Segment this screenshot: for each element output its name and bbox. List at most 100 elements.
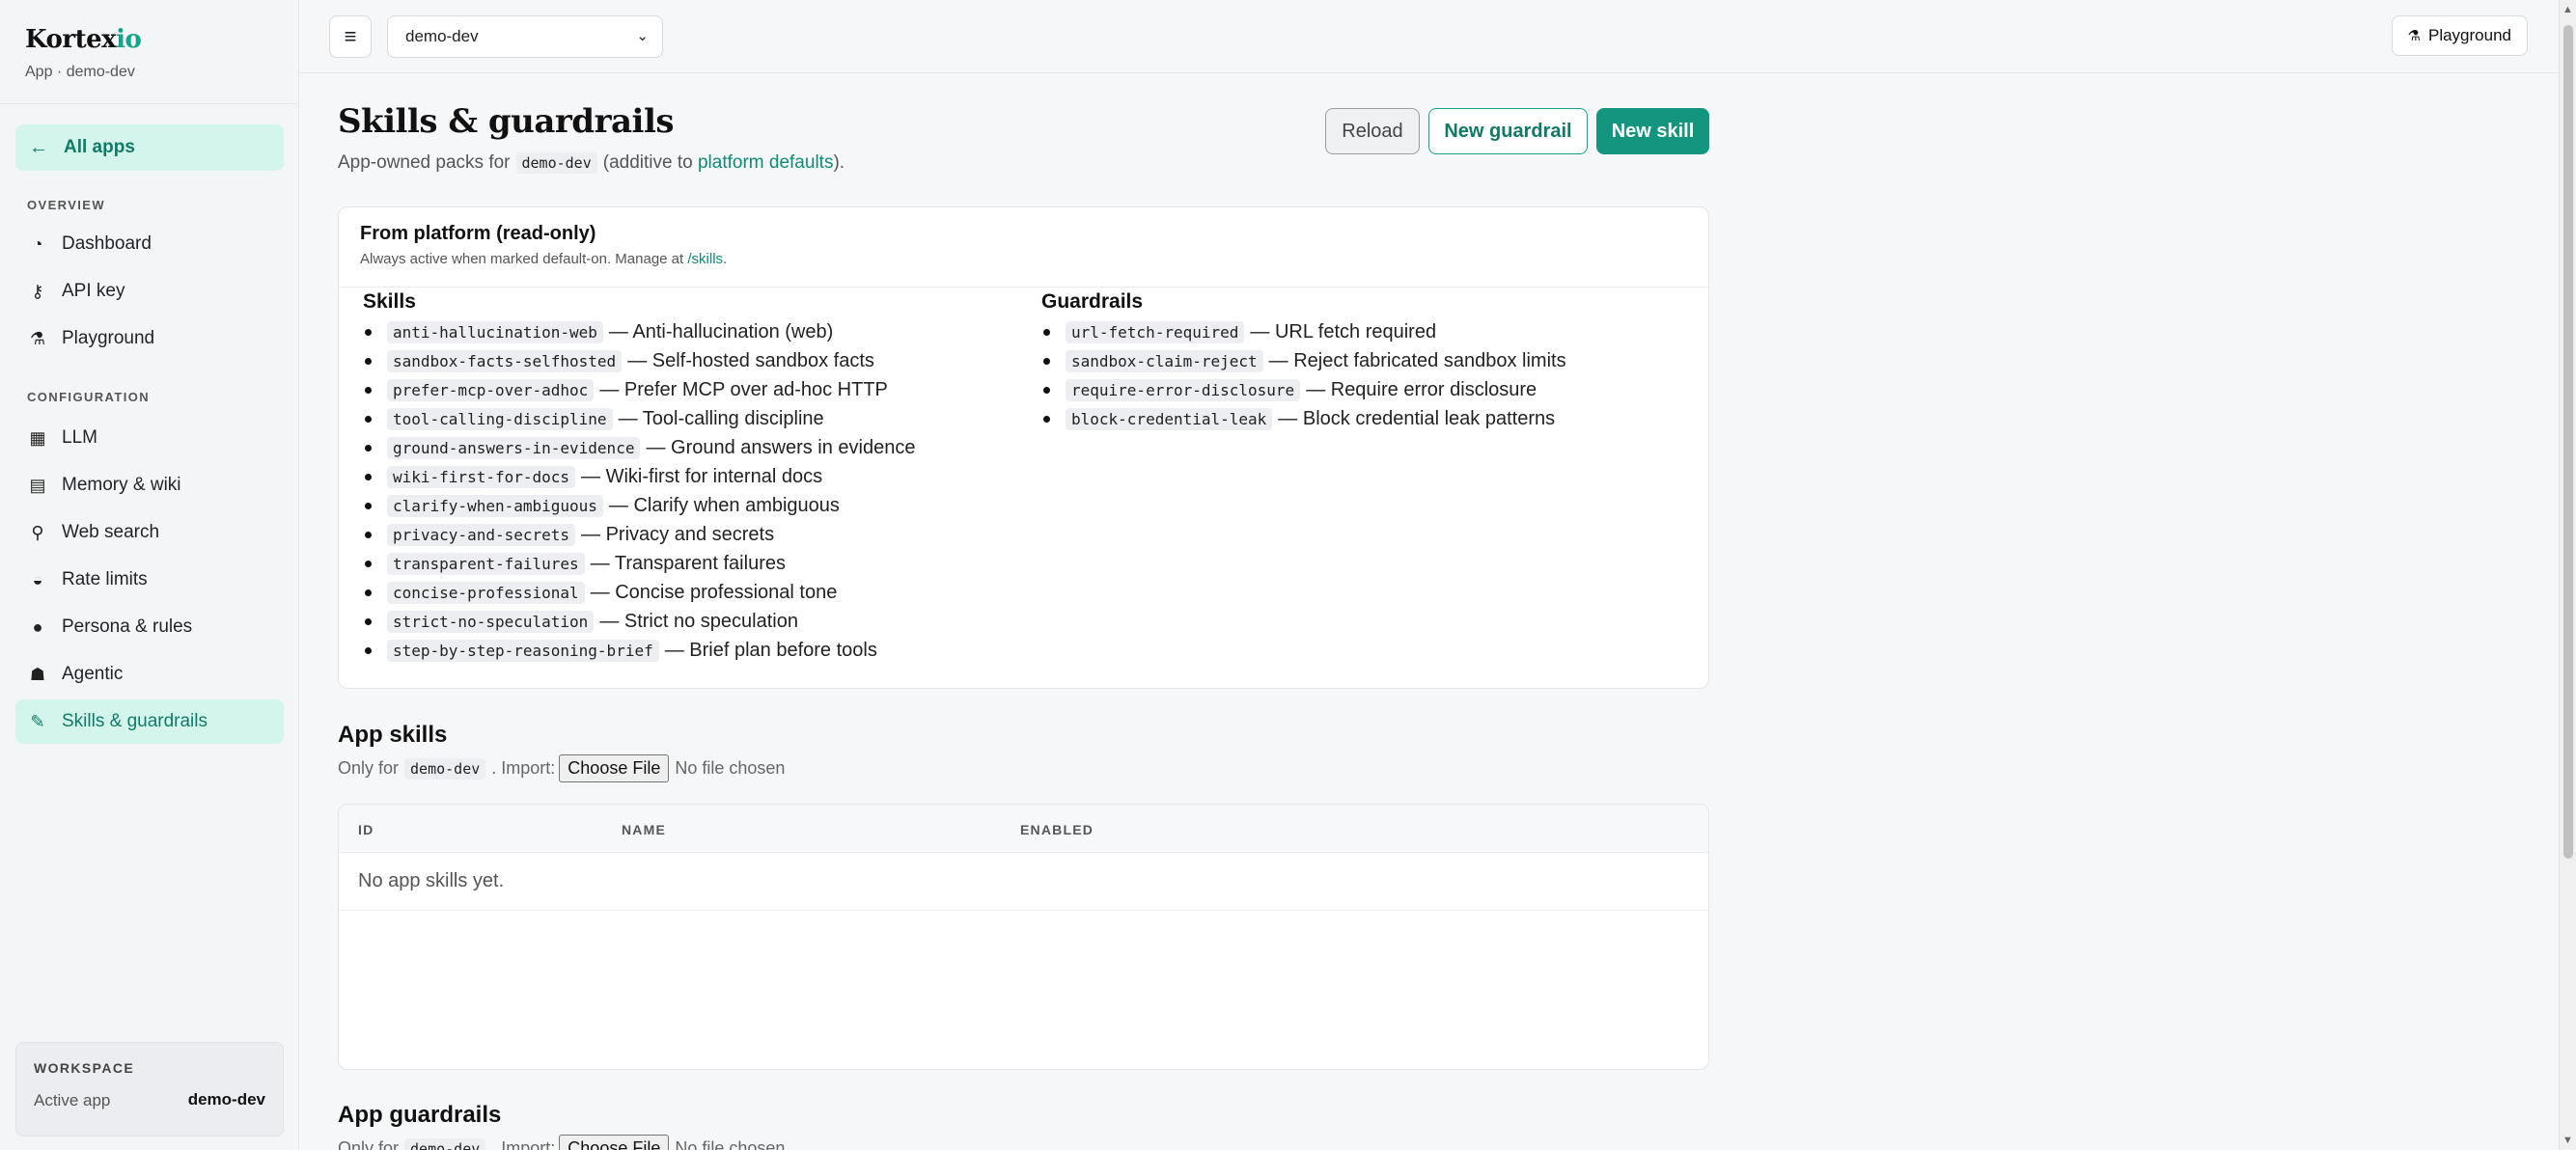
sidebar-item-label: Playground: [62, 328, 155, 348]
all-apps-label: All apps: [64, 137, 135, 157]
sidebar-divider: [0, 103, 299, 104]
skill-id: transparent-failures: [387, 552, 585, 575]
sidebar-item-persona-rules[interactable]: ● Persona & rules: [15, 605, 284, 649]
scroll-thumb[interactable]: [2563, 25, 2573, 859]
sidebar-item-dashboard[interactable]: ◔ Dashboard: [15, 222, 284, 266]
app-id-code: demo-dev: [515, 152, 597, 174]
playground-button[interactable]: ⚗ Playground: [2391, 15, 2528, 56]
list-item: block-credential-leak — Block credential …: [1041, 404, 1566, 433]
bullet: [365, 386, 372, 394]
active-app-label: Active app: [34, 1091, 111, 1109]
sidebar-item-llm[interactable]: ▦ LLM: [15, 416, 284, 460]
workspace-label: WORKSPACE: [34, 1060, 135, 1076]
skill-id: strict-no-speculation: [387, 610, 595, 633]
chevron-down-icon: ⌄: [636, 28, 649, 44]
sidebar-item-web-search[interactable]: ⚲ Web search: [15, 510, 284, 555]
sidebar-item-skills-guardrails[interactable]: ✎ Skills & guardrails: [15, 699, 284, 744]
menu-toggle-button[interactable]: ≡: [329, 15, 372, 58]
sidebar-item-label: Dashboard: [62, 233, 152, 254]
sidebar-item-rate-limits[interactable]: ◒ Rate limits: [15, 558, 284, 602]
skill-id: tool-calling-discipline: [387, 407, 613, 430]
new-guardrail-button[interactable]: New guardrail: [1428, 108, 1588, 154]
app-guardrails-title: App guardrails: [338, 1102, 502, 1128]
brand-logo[interactable]: Kortexio: [25, 25, 142, 54]
sidebar-item-label: Skills & guardrails: [62, 711, 208, 731]
only-for-text: Only for: [338, 758, 400, 778]
bullet: [1043, 386, 1050, 394]
flask-icon: ⚗: [29, 328, 46, 348]
skill-id: privacy-and-secrets: [387, 523, 576, 546]
platform-card-note: Always active when marked default-on. Ma…: [360, 251, 727, 267]
no-file-text: No file chosen: [675, 758, 786, 778]
page-scrollbar[interactable]: ▲ ▼: [2559, 0, 2576, 1150]
book-icon: ▤: [29, 475, 46, 495]
skill-name: — Brief plan before tools: [664, 639, 877, 661]
app-skills-subtitle: Only for demo-dev . Import: Choose File …: [338, 754, 785, 782]
column-header-name: NAME: [622, 822, 667, 837]
list-item: clarify-when-ambiguous — Clarify when amb…: [363, 491, 916, 520]
bullet: [365, 589, 372, 596]
playground-label: Playground: [2427, 26, 2511, 44]
list-item: url-fetch-required — URL fetch required: [1041, 317, 1566, 346]
empty-state-text: No app skills yet.: [358, 870, 505, 891]
scroll-up-icon[interactable]: ▲: [2562, 4, 2573, 15]
note-suffix: .: [723, 251, 728, 267]
reload-button[interactable]: Reload: [1325, 108, 1420, 154]
bullet: [365, 560, 372, 567]
choose-file-button[interactable]: Choose File: [559, 1135, 670, 1150]
search-icon: ⚲: [31, 522, 44, 542]
sidebar-item-label: Web search: [62, 522, 160, 542]
bullet: [1043, 328, 1050, 336]
column-header-enabled: ENABLED: [1020, 822, 1094, 837]
choose-file-button[interactable]: Choose File: [559, 754, 670, 782]
skills-heading: Skills: [363, 290, 416, 313]
list-item: sandbox-claim-reject — Reject fabricated …: [1041, 346, 1566, 375]
bullet: [365, 357, 372, 365]
list-item: sandbox-facts-selfhosted — Self-hosted sa…: [363, 346, 916, 375]
import-text: . Import:: [491, 758, 556, 778]
skill-id: concise-professional: [387, 581, 585, 604]
list-item: concise-professional — Concise profession…: [363, 578, 916, 607]
sidebar-item-api-key[interactable]: ⚷ API key: [15, 269, 284, 314]
skill-name: — Concise professional tone: [590, 581, 838, 603]
guardrail-id: sandbox-claim-reject: [1066, 349, 1263, 372]
skill-id: step-by-step-reasoning-brief: [387, 639, 659, 662]
list-item: tool-calling-discipline — Tool-calling di…: [363, 404, 916, 433]
bullet: [365, 328, 372, 336]
guardrail-id: url-fetch-required: [1066, 320, 1245, 343]
new-skill-button[interactable]: New skill: [1596, 108, 1709, 154]
bullet: [365, 531, 372, 538]
guardrail-name: — URL fetch required: [1250, 320, 1437, 342]
subtitle-suffix: ).: [833, 152, 845, 173]
app-skills-title: App skills: [338, 722, 448, 748]
list-item: privacy-and-secrets — Privacy and secrets: [363, 520, 916, 549]
skill-id: anti-hallucination-web: [387, 320, 603, 343]
app-id-code: demo-dev: [404, 1137, 486, 1150]
platform-skills-column: Skills anti-hallucination-web — Anti-hall…: [363, 290, 916, 665]
skills-link[interactable]: /skills: [687, 251, 723, 267]
skill-name: — Ground answers in evidence: [646, 436, 916, 458]
platform-defaults-link[interactable]: platform defaults: [698, 152, 833, 174]
only-for-text: Only for: [338, 1138, 400, 1150]
scroll-down-icon[interactable]: ▼: [2562, 1135, 2573, 1146]
sidebar-item-memory-wiki[interactable]: ▤ Memory & wiki: [15, 463, 284, 507]
bullet: [1043, 415, 1050, 423]
app-select[interactable]: demo-dev ⌄: [387, 15, 663, 58]
bullet: [365, 473, 372, 480]
column-header-id: ID: [358, 822, 374, 837]
skill-name: — Tool-calling discipline: [618, 407, 824, 429]
skill-name: — Prefer MCP over ad-hoc HTTP: [599, 378, 888, 400]
list-item: prefer-mcp-over-adhoc — Prefer MCP over a…: [363, 375, 916, 404]
guardrail-name: — Reject fabricated sandbox limits: [1268, 349, 1566, 371]
platform-card-title: From platform (read-only): [360, 223, 596, 244]
platform-guardrails-column: Guardrails url-fetch-required — URL fetch…: [1041, 290, 1566, 433]
bullet: [365, 646, 372, 654]
sidebar: Kortexio App · demo-dev ← All apps OVERV…: [0, 0, 299, 1150]
arrow-left-icon: ←: [29, 136, 48, 158]
card-divider: [339, 287, 1708, 288]
sidebar-item-label: LLM: [62, 427, 97, 448]
sidebar-item-agentic[interactable]: ☗ Agentic: [15, 652, 284, 697]
sidebar-item-playground[interactable]: ⚗ Playground: [15, 316, 284, 361]
bullet: [365, 502, 372, 509]
all-apps-link[interactable]: ← All apps: [15, 124, 284, 171]
